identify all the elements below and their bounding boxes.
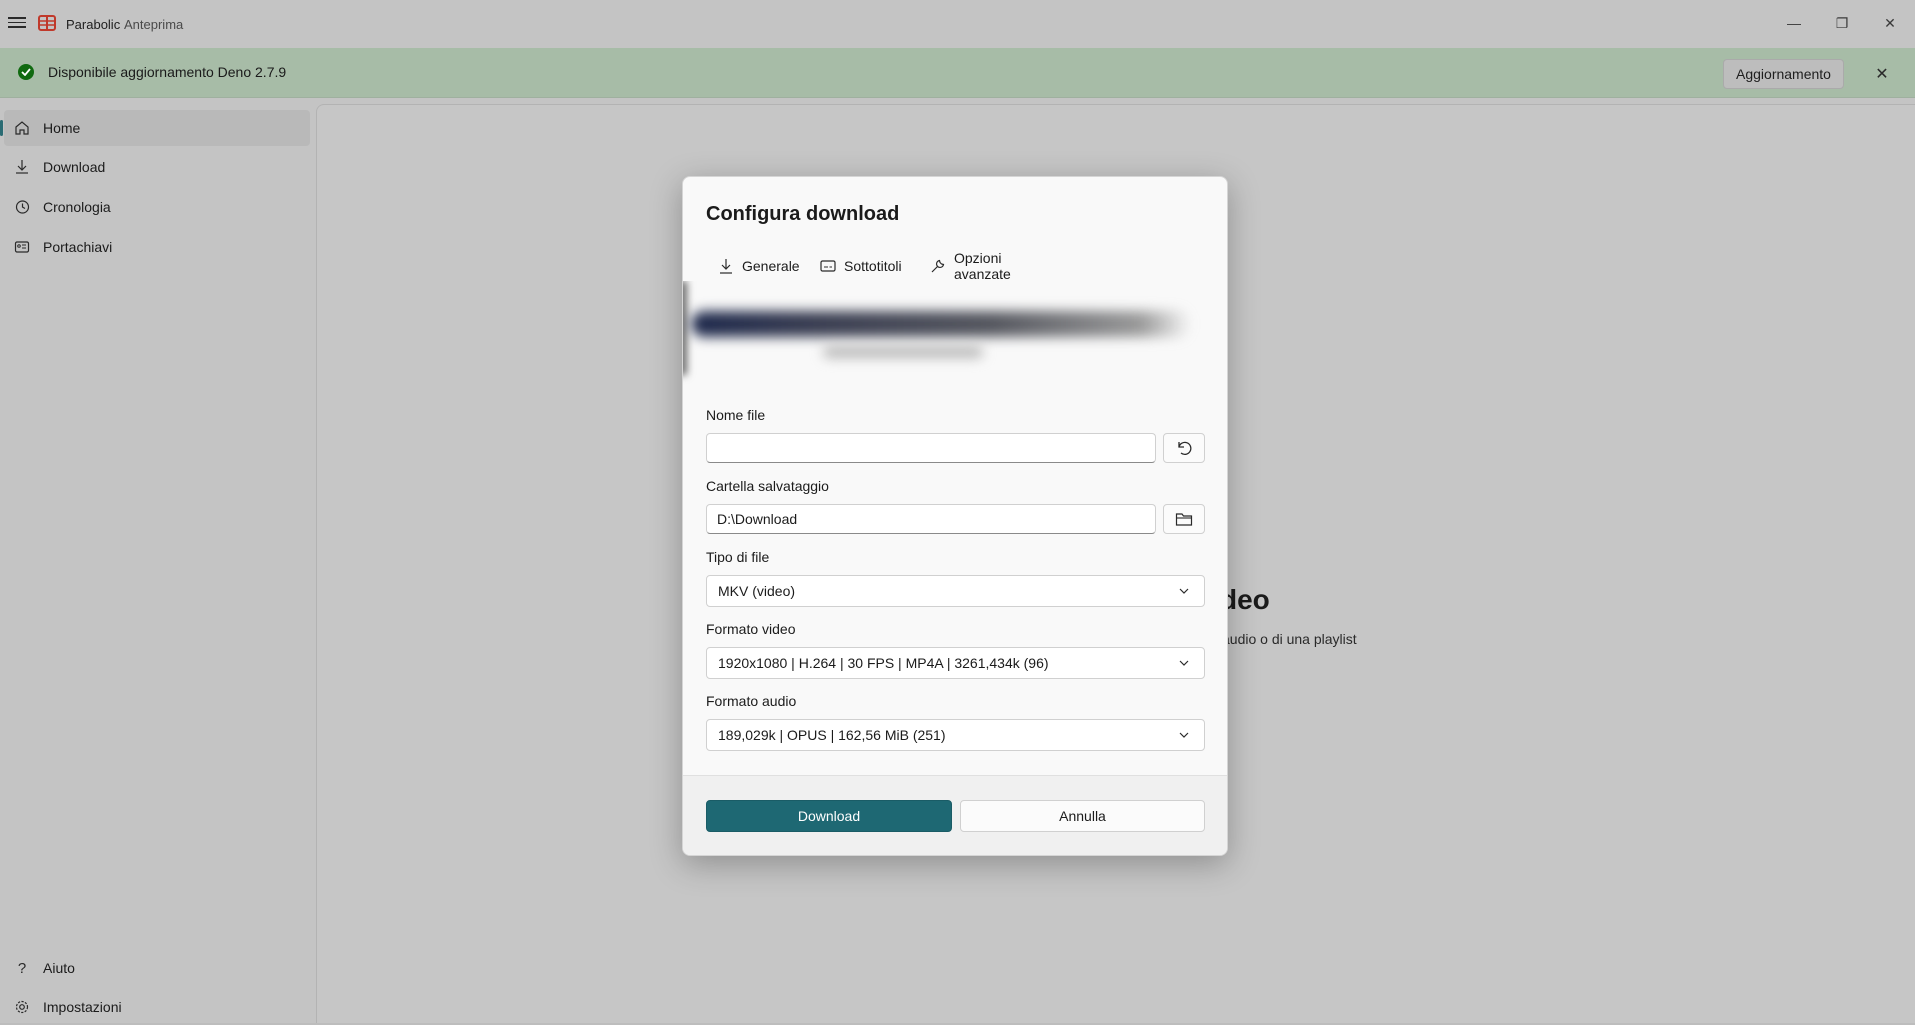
update-button[interactable]: Aggiornamento (1723, 59, 1844, 89)
minimize-button[interactable]: — (1783, 12, 1805, 34)
file-type-label: Tipo di file (706, 549, 769, 565)
keyring-icon (12, 237, 32, 257)
tab-label: Sottotitoli (844, 258, 902, 274)
filename-label: Nome file (706, 407, 765, 423)
gear-icon (12, 997, 32, 1017)
history-icon (12, 197, 32, 217)
update-infobar: Disponibile aggiornamento Deno 2.7.9 (0, 48, 1915, 98)
app-logo-icon (38, 15, 56, 31)
sidebar-item-home[interactable]: Home (4, 110, 310, 146)
reset-filename-button[interactable] (1163, 433, 1205, 463)
chevron-down-icon (1178, 585, 1190, 597)
tab-subtitles[interactable]: Sottotitoli (820, 255, 902, 277)
browse-folder-button[interactable] (1163, 504, 1205, 534)
filename-input[interactable] (706, 433, 1156, 463)
sidebar-item-label: Impostazioni (43, 999, 122, 1015)
dialog-title: Configura download (706, 203, 899, 226)
sidebar-item-keyring[interactable]: Portachiavi (4, 229, 310, 265)
file-type-dropdown[interactable]: MKV (video) (706, 575, 1205, 607)
help-icon: ? (12, 958, 32, 978)
title-bar: Parabolic Anteprima — ❐ ✕ (0, 0, 1915, 48)
tab-advanced-options[interactable]: Opzioni avanzate (930, 255, 1011, 277)
page-subtitle: audio o di una playlist (1222, 631, 1357, 647)
close-window-button[interactable]: ✕ (1879, 12, 1901, 34)
tab-general[interactable]: Generale (718, 255, 800, 277)
video-preview-thumbnail (683, 281, 1228, 391)
file-type-value: MKV (video) (718, 583, 795, 599)
sidebar-item-label: Home (43, 120, 80, 136)
app-subtitle: Anteprima (124, 17, 183, 32)
sidebar-item-settings[interactable]: Impostazioni (4, 989, 310, 1025)
save-folder-input[interactable]: D:\Download (706, 504, 1156, 534)
app-title: Parabolic (66, 17, 120, 32)
sidebar-item-label: Download (43, 159, 105, 175)
chevron-down-icon (1178, 657, 1190, 669)
hamburger-menu-icon[interactable] (8, 14, 26, 32)
subtitles-icon (820, 258, 836, 274)
video-format-value: 1920x1080 | H.264 | 30 FPS | MP4A | 3261… (718, 655, 1049, 671)
sidebar-item-help[interactable]: ? Aiuto (4, 950, 310, 986)
dialog-footer: Download Annulla (683, 775, 1228, 856)
tab-label: Generale (742, 258, 800, 274)
wrench-icon (930, 258, 946, 274)
download-icon (12, 157, 32, 177)
sidebar-item-history[interactable]: Cronologia (4, 189, 310, 225)
sidebar-item-label: Cronologia (43, 199, 111, 215)
folder-icon (1175, 511, 1193, 527)
sidebar-item-label: Aiuto (43, 960, 75, 976)
tab-label: Opzioni avanzate (954, 250, 1011, 282)
maximize-button[interactable]: ❐ (1831, 12, 1853, 34)
chevron-down-icon (1178, 729, 1190, 741)
configure-download-dialog: Configura download Generale Sottotitoli … (682, 176, 1228, 856)
audio-format-label: Formato audio (706, 693, 796, 709)
download-button[interactable]: Download (706, 800, 952, 832)
audio-format-dropdown[interactable]: 189,029k | OPUS | 162,56 MiB (251) (706, 719, 1205, 751)
sidebar: Home Download Cronologia Portachiavi ? A… (0, 98, 316, 1023)
undo-icon (1175, 439, 1193, 457)
sidebar-item-label: Portachiavi (43, 239, 112, 255)
video-format-label: Formato video (706, 621, 795, 637)
infobar-close-icon[interactable]: ✕ (1872, 64, 1892, 84)
success-check-icon (18, 64, 34, 80)
cancel-button[interactable]: Annulla (960, 800, 1205, 832)
app-window: Parabolic Anteprima — ❐ ✕ Disponibile ag… (0, 0, 1915, 1023)
audio-format-value: 189,029k | OPUS | 162,56 MiB (251) (718, 727, 946, 743)
home-icon (12, 118, 32, 138)
save-folder-label: Cartella salvataggio (706, 478, 829, 494)
download-icon (718, 258, 734, 274)
video-format-dropdown[interactable]: 1920x1080 | H.264 | 30 FPS | MP4A | 3261… (706, 647, 1205, 679)
infobar-message: Disponibile aggiornamento Deno 2.7.9 (48, 64, 286, 80)
sidebar-item-download[interactable]: Download (4, 149, 310, 185)
